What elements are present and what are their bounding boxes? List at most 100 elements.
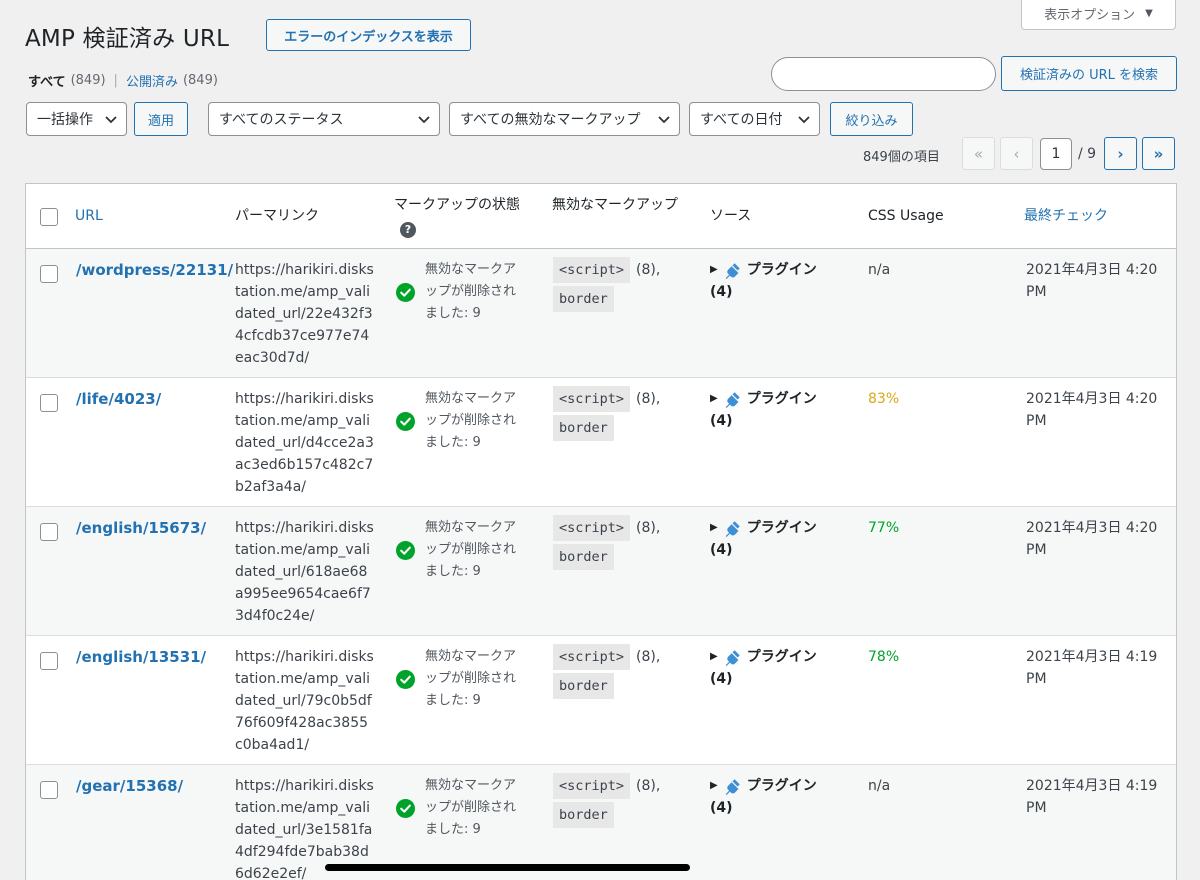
- row-invalid-markup: <script> (8), border: [553, 644, 693, 704]
- apply-button[interactable]: 適用: [134, 102, 188, 136]
- row-invalid-markup: <script> (8), border: [553, 386, 693, 446]
- table-row: /gear/15368/ https://harikiri.diskstatio…: [26, 765, 1176, 880]
- row-permalink: https://harikiri.diskstation.me/amp_vali…: [235, 391, 374, 495]
- check-circle-icon: [396, 540, 415, 560]
- row-checkbox[interactable]: [40, 523, 58, 541]
- expand-triangle-icon[interactable]: ▶: [710, 259, 718, 281]
- source-label: プラグイン: [746, 778, 817, 794]
- row-last-checked: 2021年4月3日 4:19 PM: [1026, 649, 1158, 687]
- expand-triangle-icon[interactable]: ▶: [710, 646, 718, 668]
- row-url-link[interactable]: /wordpress/22131/: [76, 259, 233, 281]
- row-markup-status: 無効なマークアップが削除されました: 9: [396, 646, 531, 712]
- expand-triangle-icon[interactable]: ▶: [710, 388, 718, 410]
- view-published-count: (849): [182, 73, 218, 88]
- source-count: (4): [710, 800, 733, 816]
- row-url-link[interactable]: /life/4023/: [76, 388, 216, 410]
- row-checkbox[interactable]: [40, 781, 58, 799]
- column-last-checked[interactable]: 最終チェック: [1024, 205, 1108, 227]
- row-permalink: https://harikiri.diskstation.me/amp_vali…: [235, 649, 374, 753]
- row-source: ▶ プラグイン (4): [710, 517, 850, 561]
- markup-attr-code: border: [553, 802, 614, 828]
- row-url-link[interactable]: /english/15673/: [76, 517, 216, 539]
- page-title: AMP 検証済み URL: [25, 26, 230, 52]
- column-markup-status-label: マークアップの状態: [394, 197, 520, 213]
- row-permalink: https://harikiri.diskstation.me/amp_vali…: [235, 520, 374, 624]
- chevron-down-icon: [105, 116, 117, 124]
- markup-tag-code: <script>: [553, 515, 631, 541]
- markup-tag-count: (8),: [636, 262, 661, 278]
- select-all-checkbox[interactable]: [40, 208, 58, 226]
- markup-tag-count: (8),: [636, 391, 661, 407]
- markup-attr-code: border: [553, 286, 614, 312]
- row-permalink: https://harikiri.diskstation.me/amp_vali…: [235, 262, 374, 366]
- view-all-label[interactable]: すべて: [28, 71, 66, 90]
- row-css-usage: 78%: [868, 649, 900, 665]
- row-last-checked: 2021年4月3日 4:19 PM: [1026, 778, 1158, 816]
- row-status-text: 無効なマークアップが削除されました: 9: [425, 649, 517, 708]
- markup-tag-count: (8),: [636, 520, 661, 536]
- markup-tag-count: (8),: [636, 649, 661, 665]
- column-url[interactable]: URL: [75, 205, 103, 227]
- source-count: (4): [710, 284, 733, 300]
- column-source: ソース: [710, 208, 752, 224]
- filter-button[interactable]: 絞り込み: [830, 102, 913, 136]
- markup-filter-value: すべての無効なマークアップ: [460, 112, 641, 128]
- column-invalid-markup: 無効なマークアップ: [552, 197, 678, 213]
- row-status-text: 無効なマークアップが削除されました: 9: [425, 778, 517, 837]
- check-circle-icon: [396, 411, 415, 431]
- row-markup-status: 無効なマークアップが削除されました: 9: [396, 775, 531, 841]
- markup-tag-code: <script>: [553, 644, 631, 670]
- next-page-button[interactable]: ›: [1104, 137, 1137, 170]
- row-checkbox[interactable]: [40, 394, 58, 412]
- item-count: 849個の項目: [863, 150, 940, 165]
- prev-page-button: ‹: [1000, 137, 1033, 170]
- column-css-usage: CSS Usage: [868, 208, 944, 224]
- date-filter-select[interactable]: すべての日付: [689, 102, 820, 136]
- screen-options-button[interactable]: 表示オプション ▼: [1021, 0, 1176, 30]
- view-published-link[interactable]: 公開済み: [126, 71, 178, 90]
- row-checkbox[interactable]: [40, 265, 58, 283]
- search-input[interactable]: [771, 57, 996, 91]
- search-button[interactable]: 検証済みの URL を検索: [1001, 56, 1177, 91]
- last-page-button[interactable]: »: [1142, 137, 1175, 170]
- chevron-down-icon: [658, 116, 670, 124]
- help-icon[interactable]: ?: [400, 222, 416, 238]
- view-error-index-button[interactable]: エラーのインデックスを表示: [266, 19, 471, 51]
- screen-options-label: 表示オプション: [1044, 8, 1136, 23]
- markup-tag-code: <script>: [553, 386, 631, 412]
- row-invalid-markup: <script> (8), border: [553, 773, 693, 833]
- bulk-action-select[interactable]: 一括操作: [26, 102, 127, 136]
- check-circle-icon: [396, 798, 415, 818]
- status-filter-select[interactable]: すべてのステータス: [208, 102, 440, 136]
- row-status-text: 無効なマークアップが削除されました: 9: [425, 262, 517, 321]
- row-url-link[interactable]: /gear/15368/: [76, 775, 216, 797]
- row-source: ▶ プラグイン (4): [710, 646, 850, 690]
- total-pages: / 9: [1078, 146, 1097, 162]
- row-invalid-markup: <script> (8), border: [553, 257, 693, 317]
- row-invalid-markup: <script> (8), border: [553, 515, 693, 575]
- source-label: プラグイン: [746, 520, 817, 536]
- row-source: ▶ プラグイン (4): [710, 775, 850, 819]
- plugin-icon: [725, 262, 740, 279]
- date-filter-value: すべての日付: [700, 112, 783, 128]
- table-row: /life/4023/ https://harikiri.diskstation…: [26, 378, 1176, 507]
- row-checkbox[interactable]: [40, 652, 58, 670]
- plugin-icon: [725, 391, 740, 408]
- chevron-down-icon: [418, 116, 430, 124]
- expand-triangle-icon[interactable]: ▶: [710, 775, 718, 797]
- markup-tag-code: <script>: [553, 257, 631, 283]
- view-filters: すべて (849) | 公開済み (849): [28, 71, 218, 90]
- source-label: プラグイン: [746, 649, 817, 665]
- source-label: プラグイン: [746, 391, 817, 407]
- row-css-usage: 77%: [868, 520, 900, 536]
- row-url-link[interactable]: /english/13531/: [76, 646, 216, 668]
- source-label: プラグイン: [746, 262, 817, 278]
- check-circle-icon: [396, 282, 415, 302]
- plugin-icon: [725, 778, 740, 795]
- chevron-down-icon: [798, 116, 810, 124]
- row-status-text: 無効なマークアップが削除されました: 9: [425, 520, 517, 579]
- markup-filter-select[interactable]: すべての無効なマークアップ: [449, 102, 680, 136]
- column-permalink: パーマリンク: [235, 208, 319, 224]
- current-page-input[interactable]: 1: [1040, 138, 1072, 170]
- expand-triangle-icon[interactable]: ▶: [710, 517, 718, 539]
